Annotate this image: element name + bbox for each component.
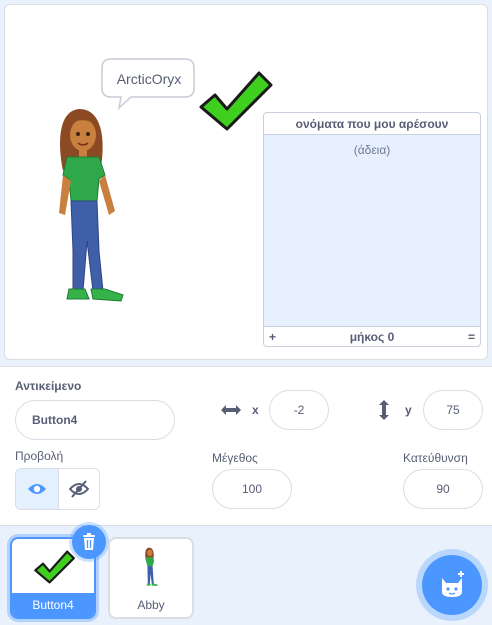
eye-icon <box>27 484 46 494</box>
stage[interactable]: ArcticOryx ονόματα που μου αρέσουν (άδει… <box>4 4 488 360</box>
sprite-tile-abby[interactable]: Abby <box>108 537 194 619</box>
list-footer: + μήκος 0 = <box>264 326 480 346</box>
y-field[interactable]: 75 <box>423 390 483 430</box>
list-resize-handle[interactable]: = <box>468 330 475 344</box>
x-field[interactable]: -2 <box>269 390 329 430</box>
horizontal-arrows-icon <box>220 399 242 421</box>
speech-text: ArcticOryx <box>116 71 182 87</box>
list-length: μήκος 0 <box>349 329 395 344</box>
sprite-name-field[interactable]: Button4 <box>15 400 175 440</box>
abby-thumbnail <box>145 547 158 586</box>
vertical-arrows-icon <box>373 399 395 421</box>
delete-sprite-button[interactable] <box>72 525 106 559</box>
y-label: y <box>405 403 412 417</box>
visibility-toggle <box>15 468 100 510</box>
abby-sprite[interactable] <box>49 101 139 311</box>
direction-field[interactable]: 90 <box>403 469 483 509</box>
sprite-label: Αντικείμενο <box>15 379 82 393</box>
cat-plus-icon <box>442 571 464 597</box>
sprite-tile-name: Abby <box>137 598 165 612</box>
sprite-info-panel: Αντικείμενο Button4 x -2 y 75 Προβολή Μέ… <box>0 366 492 526</box>
list-empty-text: (άδεια) <box>353 143 391 157</box>
list-monitor[interactable]: ονόματα που μου αρέσουν (άδεια) + μήκος … <box>263 112 481 347</box>
size-field[interactable]: 100 <box>212 469 292 509</box>
sprite-tile-name: Button4 <box>12 593 94 617</box>
size-label: Μέγεθος <box>212 451 258 465</box>
list-add-button[interactable]: + <box>269 330 276 344</box>
show-button[interactable] <box>16 469 58 509</box>
list-title: ονόματα που μου αρέσουν <box>264 113 480 135</box>
direction-label: Κατεύθυνση <box>403 451 468 465</box>
hide-button[interactable] <box>57 469 99 509</box>
show-label: Προβολή <box>15 449 64 463</box>
add-sprite-button[interactable] <box>422 555 482 615</box>
checkmark-icon <box>34 550 75 584</box>
eye-slash-icon <box>68 480 89 498</box>
x-label: x <box>252 403 259 417</box>
trash-icon <box>83 533 95 550</box>
